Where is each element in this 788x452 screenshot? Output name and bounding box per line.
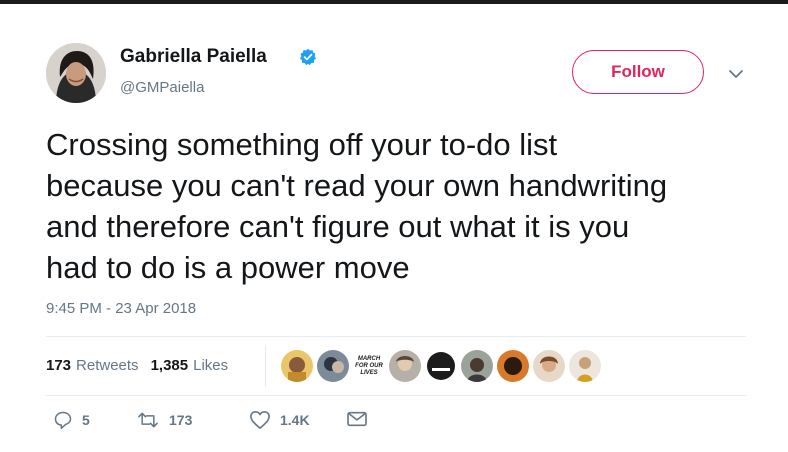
liker-avatar[interactable] [281, 350, 313, 382]
retweets-count: 173 [46, 357, 72, 374]
likes-stat[interactable]: 1,385 Likes [151, 357, 229, 374]
divider-bottom [46, 395, 746, 396]
author-avatar[interactable] [46, 43, 106, 103]
tweet-stats: 173 Retweets 1,385 Likes [46, 357, 240, 374]
dm-icon [347, 411, 367, 427]
svg-text:MARCH: MARCH [358, 356, 381, 362]
reply-icon [54, 411, 72, 430]
reply-count: 5 [82, 412, 90, 428]
march-for-our-lives-logo: MARCH FOR OUR LIVES [353, 350, 385, 382]
like-count: 1.4K [280, 412, 310, 428]
likes-label: Likes [193, 357, 229, 374]
author-name[interactable]: Gabriella Paiella [120, 46, 267, 68]
stats-separator [265, 345, 266, 387]
window-top-border [0, 0, 788, 4]
liker-avatar[interactable] [425, 350, 457, 382]
direct-message-button[interactable] [346, 410, 368, 428]
likes-count: 1,385 [150, 357, 189, 374]
author-handle[interactable]: @GMPaiella [120, 79, 204, 96]
svg-text:FOR OUR: FOR OUR [355, 363, 383, 369]
retweet-icon [138, 412, 158, 428]
profile-photo-icon [46, 43, 106, 103]
liker-avatar[interactable] [317, 350, 349, 382]
retweet-count: 173 [169, 412, 193, 428]
verified-badge-icon [299, 48, 317, 66]
liker-avatar[interactable] [533, 350, 565, 382]
tweet-text: Crossing something off your to-do list b… [46, 127, 668, 285]
liker-avatar[interactable] [497, 350, 529, 382]
liker-avatar[interactable] [461, 350, 493, 382]
divider-top [46, 336, 746, 337]
heart-icon [250, 411, 270, 429]
tweet-timestamp[interactable]: 9:45 PM - 23 Apr 2018 [46, 300, 196, 317]
liker-avatar[interactable] [389, 350, 421, 382]
follow-button[interactable]: Follow [572, 50, 704, 94]
liker-avatar-march-for-our-lives[interactable]: MARCH FOR OUR LIVES [353, 350, 385, 382]
chevron-down-icon[interactable] [727, 68, 745, 80]
retweets-label: Retweets [76, 357, 139, 374]
svg-text:LIVES: LIVES [360, 370, 377, 376]
reply-button[interactable]: 5 [53, 410, 90, 430]
liker-avatar[interactable] [569, 350, 601, 382]
retweet-button[interactable]: 173 [136, 410, 192, 430]
retweets-stat[interactable]: 173 Retweets [46, 357, 139, 374]
like-button[interactable]: 1.4K [249, 410, 310, 430]
